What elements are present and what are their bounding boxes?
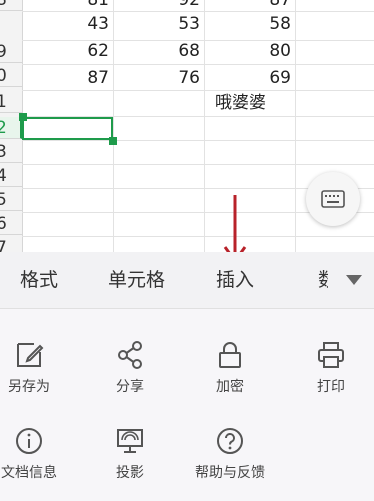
cell[interactable]: 58	[204, 13, 295, 35]
keyboard-icon	[321, 190, 345, 208]
row-number[interactable]: 1	[0, 91, 22, 113]
help-feedback-button[interactable]: 帮助与反馈	[180, 426, 280, 496]
keyboard-toggle-button[interactable]	[306, 172, 360, 226]
tab-cell[interactable]: 单元格	[108, 252, 165, 308]
annotation-arrow-icon	[223, 195, 247, 252]
file-actions-panel: 另存为 分享 加密 打印 文档信息 投影 帮助与反馈	[0, 309, 374, 501]
row-number[interactable]: 8	[0, 0, 22, 11]
cell[interactable]: 69	[204, 67, 295, 89]
save-as-label: 另存为	[8, 379, 50, 395]
row-number[interactable]: 9	[0, 41, 22, 63]
selection-handle-top-left[interactable]	[19, 113, 27, 121]
save-as-icon	[17, 343, 44, 367]
grid-line	[295, 0, 296, 252]
cell[interactable]: 53	[113, 13, 204, 35]
cell[interactable]: 43	[22, 13, 113, 35]
grid-line	[22, 11, 374, 12]
help-feedback-label: 帮助与反馈	[195, 465, 265, 481]
print-label: 打印	[317, 379, 345, 395]
encrypt-button[interactable]: 加密	[180, 340, 280, 410]
cell[interactable]: 62	[22, 40, 113, 62]
grid-line	[204, 0, 205, 252]
grid-line	[22, 64, 374, 65]
row-number[interactable]: 0	[0, 65, 22, 87]
grid-line	[22, 140, 374, 141]
grid-line	[113, 0, 114, 252]
triangle-down-icon	[346, 275, 362, 285]
tab-insert[interactable]: 插入	[216, 252, 254, 308]
lock-icon	[219, 342, 241, 368]
printer-icon	[318, 342, 344, 368]
print-button[interactable]: 打印	[281, 340, 374, 410]
document-info-button[interactable]: 文档信息	[0, 426, 79, 496]
tab-data[interactable]: 数	[318, 252, 328, 308]
cell[interactable]: 81	[22, 0, 113, 11]
encrypt-label: 加密	[216, 379, 244, 395]
share-button[interactable]: 分享	[80, 340, 180, 410]
row-number[interactable]: 6	[0, 213, 22, 235]
info-icon	[16, 428, 42, 454]
cell[interactable]: 哦婆婆	[190, 92, 270, 114]
projection-button[interactable]: 投影	[80, 426, 180, 496]
grid-line	[22, 164, 374, 165]
grid-line	[22, 90, 374, 91]
help-icon	[217, 428, 243, 454]
document-info-label: 文档信息	[1, 465, 57, 481]
tabs-dropdown-button[interactable]	[334, 252, 374, 308]
toolbar-tabs: 格式 单元格 插入 数	[0, 252, 374, 309]
grid-line	[22, 236, 374, 237]
cell[interactable]: 76	[113, 67, 204, 89]
cell[interactable]: 68	[113, 40, 204, 62]
save-as-button[interactable]: 另存为	[0, 340, 79, 410]
row-number[interactable]: 4	[0, 165, 22, 187]
row-number[interactable]: 7	[0, 237, 22, 252]
share-label: 分享	[116, 379, 144, 395]
projection-icon	[117, 429, 143, 453]
row-number[interactable]: 3	[0, 141, 22, 163]
cell[interactable]: 92	[113, 0, 204, 11]
share-icon	[118, 341, 142, 369]
tab-format[interactable]: 格式	[20, 252, 58, 308]
cell[interactable]: 87	[204, 0, 295, 11]
selection-handle-bottom-right[interactable]	[109, 137, 117, 145]
projection-label: 投影	[116, 465, 144, 481]
spreadsheet-grid[interactable]: 8 9 0 1 2 3 4 5 6 7 81 92 87 43 53 58 62…	[0, 0, 374, 252]
row-number[interactable]: 5	[0, 189, 22, 211]
cell[interactable]: 87	[22, 67, 113, 89]
selected-cell[interactable]	[22, 117, 113, 140]
cell[interactable]: 80	[204, 40, 295, 62]
